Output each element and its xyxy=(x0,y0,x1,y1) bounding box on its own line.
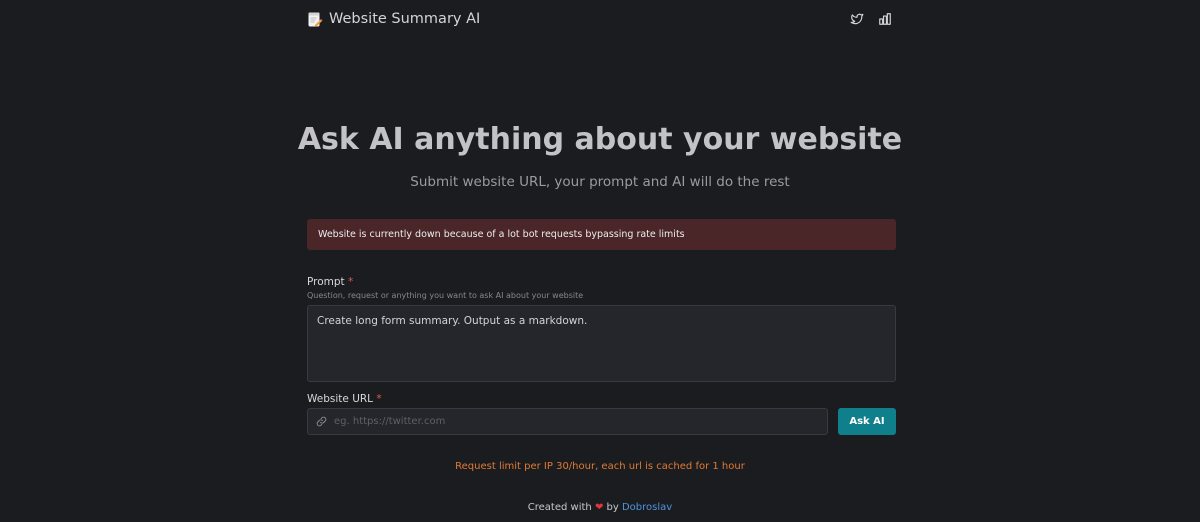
twitter-icon[interactable] xyxy=(850,12,864,26)
prompt-help: Question, request or anything you want t… xyxy=(307,291,584,300)
page-title: Ask AI anything about your website xyxy=(297,122,903,157)
heart-icon: ❤ xyxy=(594,502,604,513)
header: Website Summary AI xyxy=(306,0,896,38)
author-link[interactable]: Dobroslav xyxy=(622,502,672,513)
footer-by: by xyxy=(606,502,619,513)
analytics-icon[interactable] xyxy=(878,12,892,26)
footer-prefix: Created with xyxy=(527,502,592,513)
url-label: Website URL * xyxy=(307,393,382,405)
url-input[interactable] xyxy=(334,409,827,434)
prompt-label-text: Prompt xyxy=(307,276,345,288)
rate-limit-notice: Request limit per IP 30/hour, each url i… xyxy=(455,461,745,472)
memo-pencil-icon xyxy=(306,11,323,28)
required-mark: * xyxy=(376,393,382,405)
url-field[interactable] xyxy=(307,408,828,435)
ask-ai-button[interactable]: Ask AI xyxy=(838,408,896,435)
status-alert: Website is currently down because of a l… xyxy=(307,219,896,250)
prompt-textarea[interactable] xyxy=(307,305,896,382)
page-subtitle: Submit website URL, your prompt and AI w… xyxy=(410,174,790,190)
alert-message: Website is currently down because of a l… xyxy=(318,229,685,240)
prompt-label: Prompt * xyxy=(307,276,353,288)
required-mark: * xyxy=(348,276,354,288)
link-icon xyxy=(308,409,334,434)
footer: Created with ❤ by Dobroslav xyxy=(0,502,1200,513)
header-actions xyxy=(850,12,896,26)
url-label-text: Website URL xyxy=(307,393,374,405)
brand[interactable]: Website Summary AI xyxy=(306,11,480,28)
app-title: Website Summary AI xyxy=(329,11,481,27)
